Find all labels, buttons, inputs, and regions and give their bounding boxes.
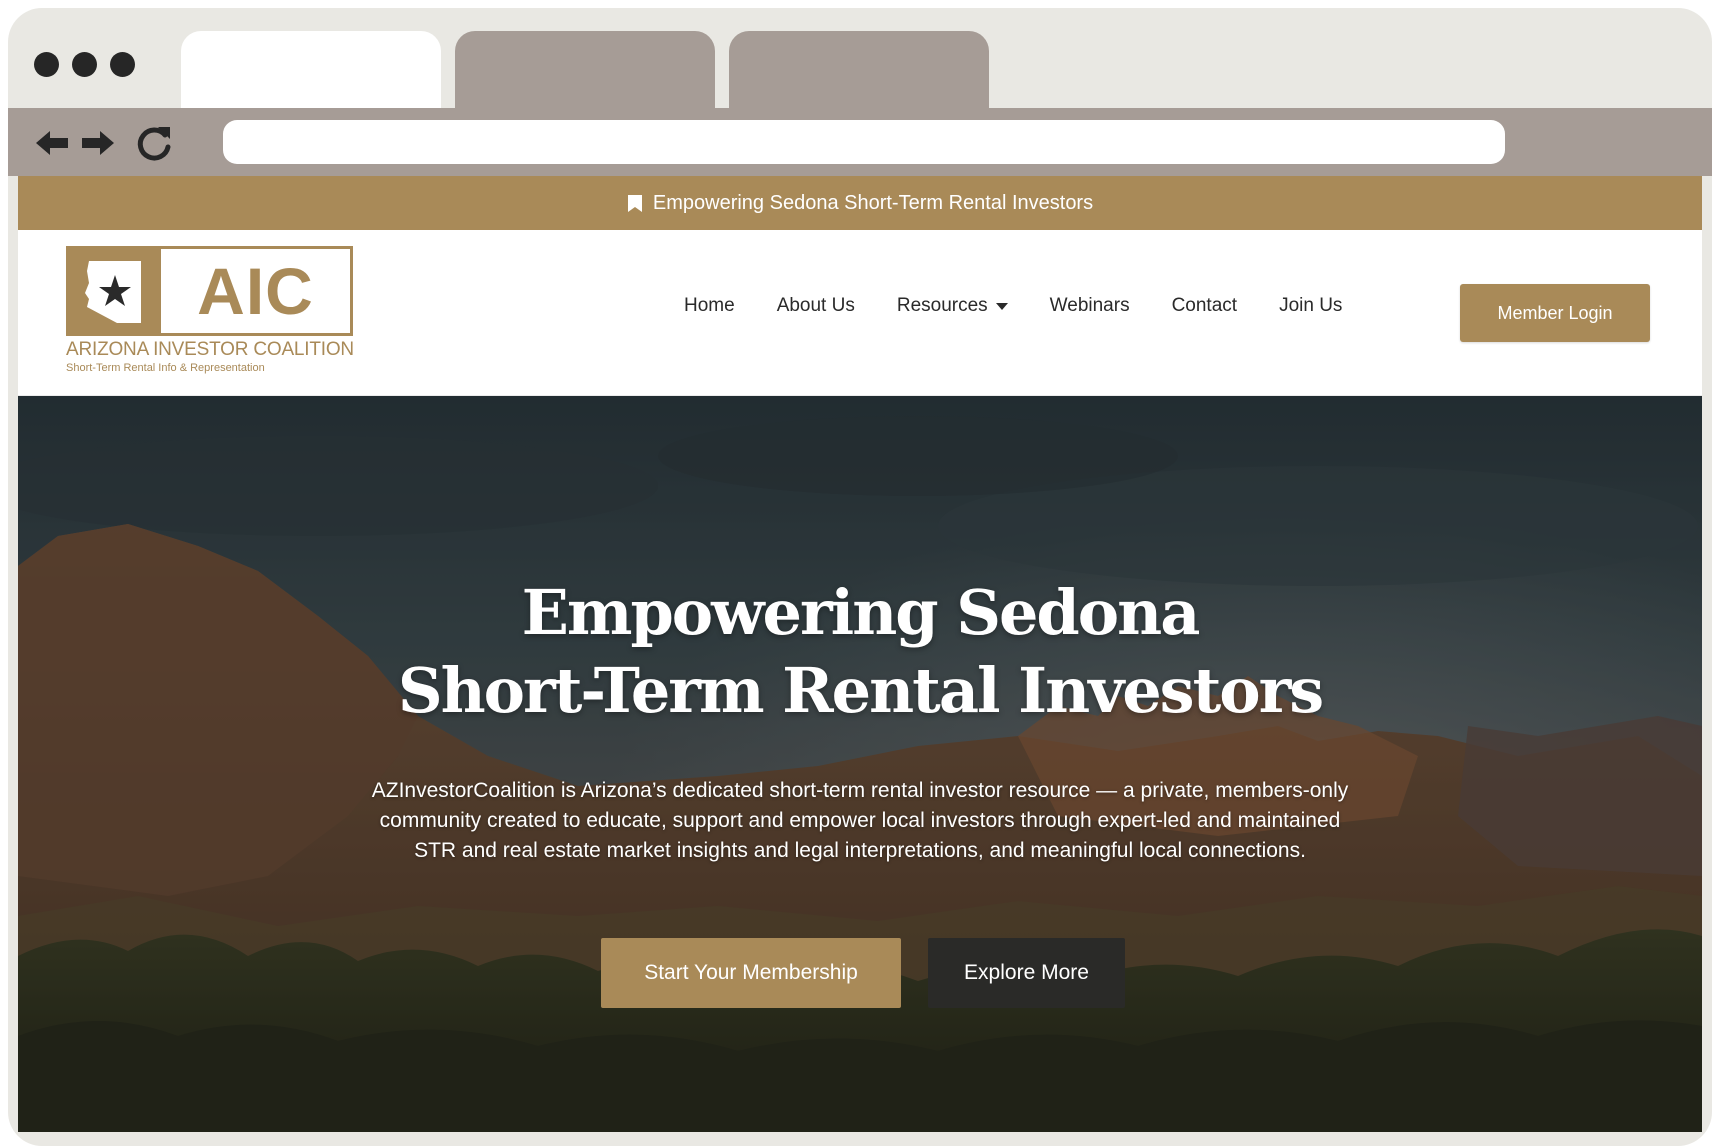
window-controls <box>34 52 135 77</box>
hero-section: Empowering Sedona Short-Term Rental Inve… <box>18 396 1702 1132</box>
arizona-star-icon <box>85 261 141 323</box>
hero-overlay <box>18 396 1702 1132</box>
logo-arizona-map <box>69 249 161 333</box>
browser-toolbar <box>8 108 1712 176</box>
back-button[interactable] <box>32 123 72 163</box>
nav-item-label: Resources <box>896 295 988 316</box>
nav-item-about-us[interactable]: About Us <box>777 295 855 317</box>
logo-name: ARIZONA INVESTOR COALITION <box>66 339 354 360</box>
reload-button[interactable] <box>134 123 174 163</box>
nav-item-resources[interactable]: Resources <box>897 295 1008 317</box>
nav-item-label: Webinars <box>1049 295 1130 316</box>
logo-letters: AIC <box>197 254 314 328</box>
hero-title-line-1: Empowering Sedona <box>521 576 1201 649</box>
nav-item-webinars[interactable]: Webinars <box>1050 295 1130 317</box>
announcement-text: Empowering Sedona Short-Term Rental Inve… <box>652 191 1094 214</box>
window-dot-close[interactable] <box>34 52 59 77</box>
main-nav: Home About Us Resources Webinars Contact… <box>684 291 1342 321</box>
announcement-bar: Empowering Sedona Short-Term Rental Inve… <box>18 176 1702 230</box>
explore-more-button[interactable]: Explore More <box>928 938 1125 1008</box>
nav-item-contact[interactable]: Contact <box>1172 295 1237 317</box>
hero-title-line-2: Short-Term Rental Investors <box>397 654 1324 727</box>
nav-item-home[interactable]: Home <box>684 295 735 317</box>
hero-cta-group: Start Your Membership Explore More <box>18 938 1702 1008</box>
browser-tab-3[interactable] <box>729 31 989 108</box>
member-login-button[interactable]: Member Login <box>1460 284 1650 342</box>
web-page: Empowering Sedona Short-Term Rental Inve… <box>18 176 1702 1132</box>
logo-mark: AIC <box>66 246 353 336</box>
nav-item-label: Join Us <box>1279 295 1343 316</box>
address-bar[interactable] <box>223 120 1505 164</box>
browser-tabbar <box>8 8 1712 108</box>
browser-window: Empowering Sedona Short-Term Rental Inve… <box>8 8 1712 1146</box>
site-header: AIC ARIZONA INVESTOR COALITION Short-Ter… <box>18 230 1702 396</box>
hero-description: AZInvestorCoalition is Arizona’s dedicat… <box>371 779 1349 862</box>
arrow-left-icon <box>36 131 68 155</box>
nav-item-label: About Us <box>776 295 855 316</box>
start-membership-button[interactable]: Start Your Membership <box>601 938 901 1008</box>
arrow-right-icon <box>82 131 114 155</box>
nav-item-label: Home <box>684 295 735 316</box>
window-dot-minimize[interactable] <box>72 52 97 77</box>
reload-icon <box>137 127 171 161</box>
chevron-down-icon <box>995 302 1008 310</box>
browser-tab-active[interactable] <box>181 31 441 108</box>
forward-button[interactable] <box>78 123 118 163</box>
nav-item-label: Contact <box>1171 295 1238 316</box>
hero-title: Empowering Sedona Short-Term Rental Inve… <box>18 574 1702 730</box>
nav-item-join-us[interactable]: Join Us <box>1279 295 1342 317</box>
logo-tagline: Short-Term Rental Info & Representation <box>66 362 265 374</box>
browser-tab-2[interactable] <box>455 31 715 108</box>
site-logo[interactable]: AIC ARIZONA INVESTOR COALITION Short-Ter… <box>66 246 356 376</box>
window-dot-maximize[interactable] <box>110 52 135 77</box>
bookmark-icon <box>627 194 642 212</box>
